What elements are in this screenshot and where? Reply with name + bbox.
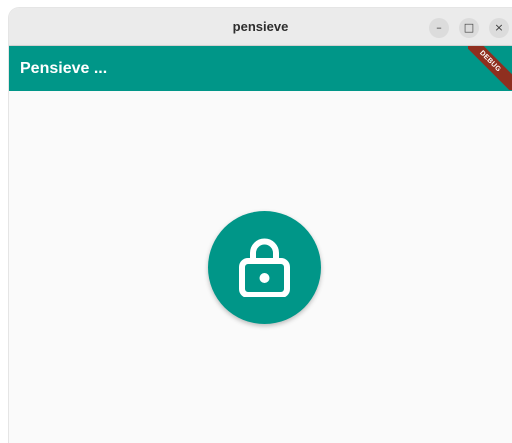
maximize-button[interactable]: □ [459, 18, 479, 38]
debug-banner: DEBUG [468, 46, 512, 90]
main-content [9, 91, 512, 443]
unlock-button[interactable] [208, 211, 321, 324]
close-button[interactable]: × [489, 18, 509, 38]
lock-icon [239, 238, 290, 297]
minimize-button[interactable]: – [429, 18, 449, 38]
window-titlebar[interactable]: pensieve – □ × [9, 8, 512, 46]
app-window: pensieve – □ × Pensieve ... DEBUG [9, 8, 512, 443]
app-bar: Pensieve ... DEBUG [9, 46, 512, 91]
debug-banner-container: DEBUG [468, 46, 512, 90]
app-bar-title: Pensieve ... [20, 60, 108, 77]
